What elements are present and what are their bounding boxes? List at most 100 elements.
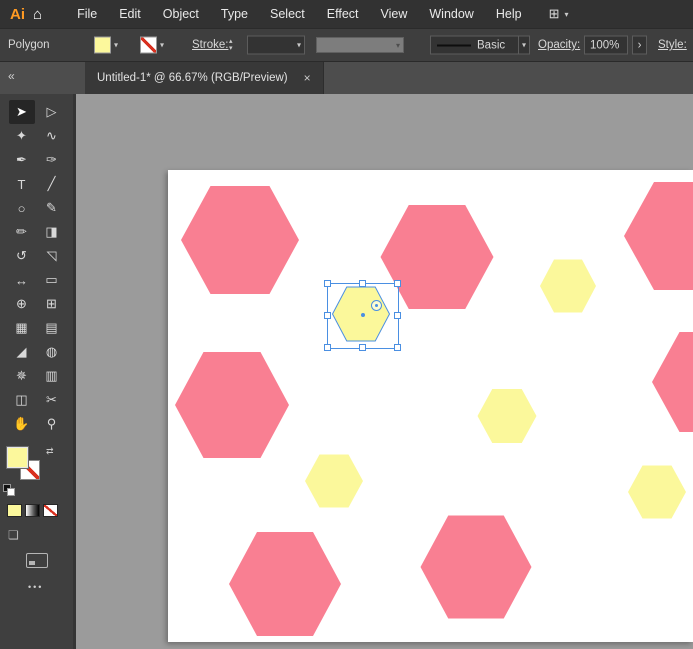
selection-handle[interactable] [394, 344, 401, 351]
perspective-grid-tool[interactable]: ⊞ [39, 292, 65, 316]
chevron-down-icon: ▾ [297, 41, 301, 50]
active-tool-label: Polygon [8, 39, 50, 51]
lasso-tool[interactable]: ∿ [39, 124, 65, 148]
stepper-up-icon[interactable]: ▴ [229, 38, 233, 45]
close-icon[interactable]: × [304, 71, 311, 85]
menu-help[interactable]: Help [485, 0, 533, 28]
variable-width-profile-dropdown[interactable]: Basic ▾ [430, 36, 530, 55]
stroke-panel-link[interactable]: Stroke: [192, 39, 228, 51]
free-transform-tool[interactable]: ▭ [39, 268, 65, 292]
blend-tool[interactable]: ◍ [39, 340, 65, 364]
selection-tool[interactable]: ➤ [9, 100, 35, 124]
workspace-switcher[interactable]: ⊞ ▾ [549, 6, 569, 22]
menu-file[interactable]: File [66, 0, 108, 28]
tools-panel: ➤▷✦∿✒✑T╱○✎✏◨↺◹↔▭⊕⊞▦▤◢◍✵▥◫✂✋⚲ ⇄ ❏ ••• [0, 94, 73, 649]
artboard[interactable] [168, 170, 693, 642]
hand-tool[interactable]: ✋ [9, 412, 35, 436]
menu-bar: Ai ⌂ FileEditObjectTypeSelectEffectViewW… [0, 0, 693, 28]
menu-edit[interactable]: Edit [108, 0, 152, 28]
selection-handle[interactable] [394, 280, 401, 287]
chevron-down-icon[interactable]: ▾ [518, 37, 529, 54]
menu-effect[interactable]: Effect [316, 0, 370, 28]
shape-builder-tool[interactable]: ⊕ [9, 292, 35, 316]
menu-select[interactable]: Select [259, 0, 316, 28]
hexagon-shape[interactable] [181, 186, 299, 294]
selection-bounding-box[interactable] [327, 283, 399, 349]
opacity-value-field[interactable]: 100% [584, 36, 628, 55]
color-button[interactable] [7, 504, 22, 517]
selection-handle[interactable] [324, 344, 331, 351]
direct-selection-tool[interactable]: ▷ [39, 100, 65, 124]
menu-type[interactable]: Type [210, 0, 259, 28]
drawing-modes-button[interactable]: ❏ [8, 528, 19, 542]
screen-mode-button[interactable] [26, 553, 48, 568]
stroke-width-stepper[interactable]: ▴ ▾ [229, 38, 233, 52]
mesh-tool[interactable]: ▦ [9, 316, 35, 340]
line-profile-label: Basic [477, 39, 505, 51]
hexagon-shape[interactable] [624, 182, 693, 290]
none-button[interactable] [43, 504, 58, 517]
chevron-down-icon[interactable]: ▾ [160, 41, 164, 50]
eraser-tool[interactable]: ◨ [39, 220, 65, 244]
hexagon-shape[interactable] [652, 332, 693, 432]
hexagon-shape[interactable] [229, 532, 341, 636]
zoom-tool[interactable]: ⚲ [39, 412, 65, 436]
fill-swatch[interactable] [7, 447, 28, 468]
stroke-width-dropdown[interactable]: ▾ [247, 36, 305, 55]
selection-handle[interactable] [324, 312, 331, 319]
control-bar: Polygon ▾ ▾ Stroke: ▴ ▾ ▾ ▾ Basic ▾ Opac… [0, 28, 693, 62]
scale-tool[interactable]: ◹ [39, 244, 65, 268]
pen-tool[interactable]: ✒ [9, 148, 35, 172]
width-tool[interactable]: ↔ [9, 268, 35, 292]
brush-definition-dropdown: ▾ [316, 37, 404, 53]
chevron-down-icon[interactable]: ▾ [114, 41, 118, 50]
slice-tool[interactable]: ✂ [39, 388, 65, 412]
default-fill-stroke-icon[interactable] [3, 484, 14, 495]
selection-handle[interactable] [359, 280, 366, 287]
ellipse-tool[interactable]: ○ [9, 196, 35, 220]
type-tool[interactable]: T [9, 172, 35, 196]
gradient-tool[interactable]: ▤ [39, 316, 65, 340]
magic-wand-tool[interactable]: ✦ [9, 124, 35, 148]
selection-center-point[interactable] [361, 313, 365, 317]
style-panel-link[interactable]: Style: [658, 39, 687, 51]
selection-handle[interactable] [394, 312, 401, 319]
shaper-tool[interactable]: ✏ [9, 220, 35, 244]
menu-window[interactable]: Window [418, 0, 484, 28]
live-shape-widget[interactable] [371, 300, 382, 311]
hexagon-shape[interactable] [628, 466, 686, 519]
fill-color-swatch[interactable] [94, 37, 111, 54]
curvature-tool[interactable]: ✑ [39, 148, 65, 172]
hexagon-shape[interactable] [540, 260, 596, 313]
column-graph-tool[interactable]: ▥ [39, 364, 65, 388]
home-icon[interactable]: ⌂ [33, 6, 42, 23]
artwork-layer [168, 170, 693, 642]
hexagon-shape[interactable] [478, 389, 537, 443]
menu-view[interactable]: View [370, 0, 419, 28]
selection-handle[interactable] [324, 280, 331, 287]
rotate-tool[interactable]: ↺ [9, 244, 35, 268]
menu-object[interactable]: Object [152, 0, 210, 28]
eyedropper-tool[interactable]: ◢ [9, 340, 35, 364]
opacity-panel-link[interactable]: Opacity: [538, 39, 580, 51]
document-tab-title: Untitled-1* @ 66.67% (RGB/Preview) [97, 72, 288, 84]
menu-items: FileEditObjectTypeSelectEffectViewWindow… [66, 0, 533, 28]
hexagon-shape[interactable] [305, 455, 363, 508]
paintbrush-tool[interactable]: ✎ [39, 196, 65, 220]
hexagon-shape[interactable] [421, 516, 532, 619]
collapse-panels-icon[interactable]: « [8, 69, 15, 83]
canvas-pasteboard[interactable] [73, 94, 693, 649]
chevron-down-icon: ▾ [564, 10, 568, 19]
document-tab[interactable]: Untitled-1* @ 66.67% (RGB/Preview) × [85, 62, 324, 94]
stroke-color-swatch[interactable] [140, 37, 157, 54]
edit-toolbar-button[interactable]: ••• [28, 582, 43, 592]
selection-handle[interactable] [359, 344, 366, 351]
swap-fill-stroke-icon[interactable]: ⇄ [46, 446, 54, 457]
stepper-down-icon[interactable]: ▾ [229, 45, 233, 52]
symbol-sprayer-tool[interactable]: ✵ [9, 364, 35, 388]
line-segment-tool[interactable]: ╱ [39, 172, 65, 196]
opacity-chevron-button[interactable]: › [632, 36, 647, 55]
artboard-tool[interactable]: ◫ [9, 388, 35, 412]
gradient-button[interactable] [25, 504, 40, 517]
hexagon-shape[interactable] [175, 352, 289, 458]
